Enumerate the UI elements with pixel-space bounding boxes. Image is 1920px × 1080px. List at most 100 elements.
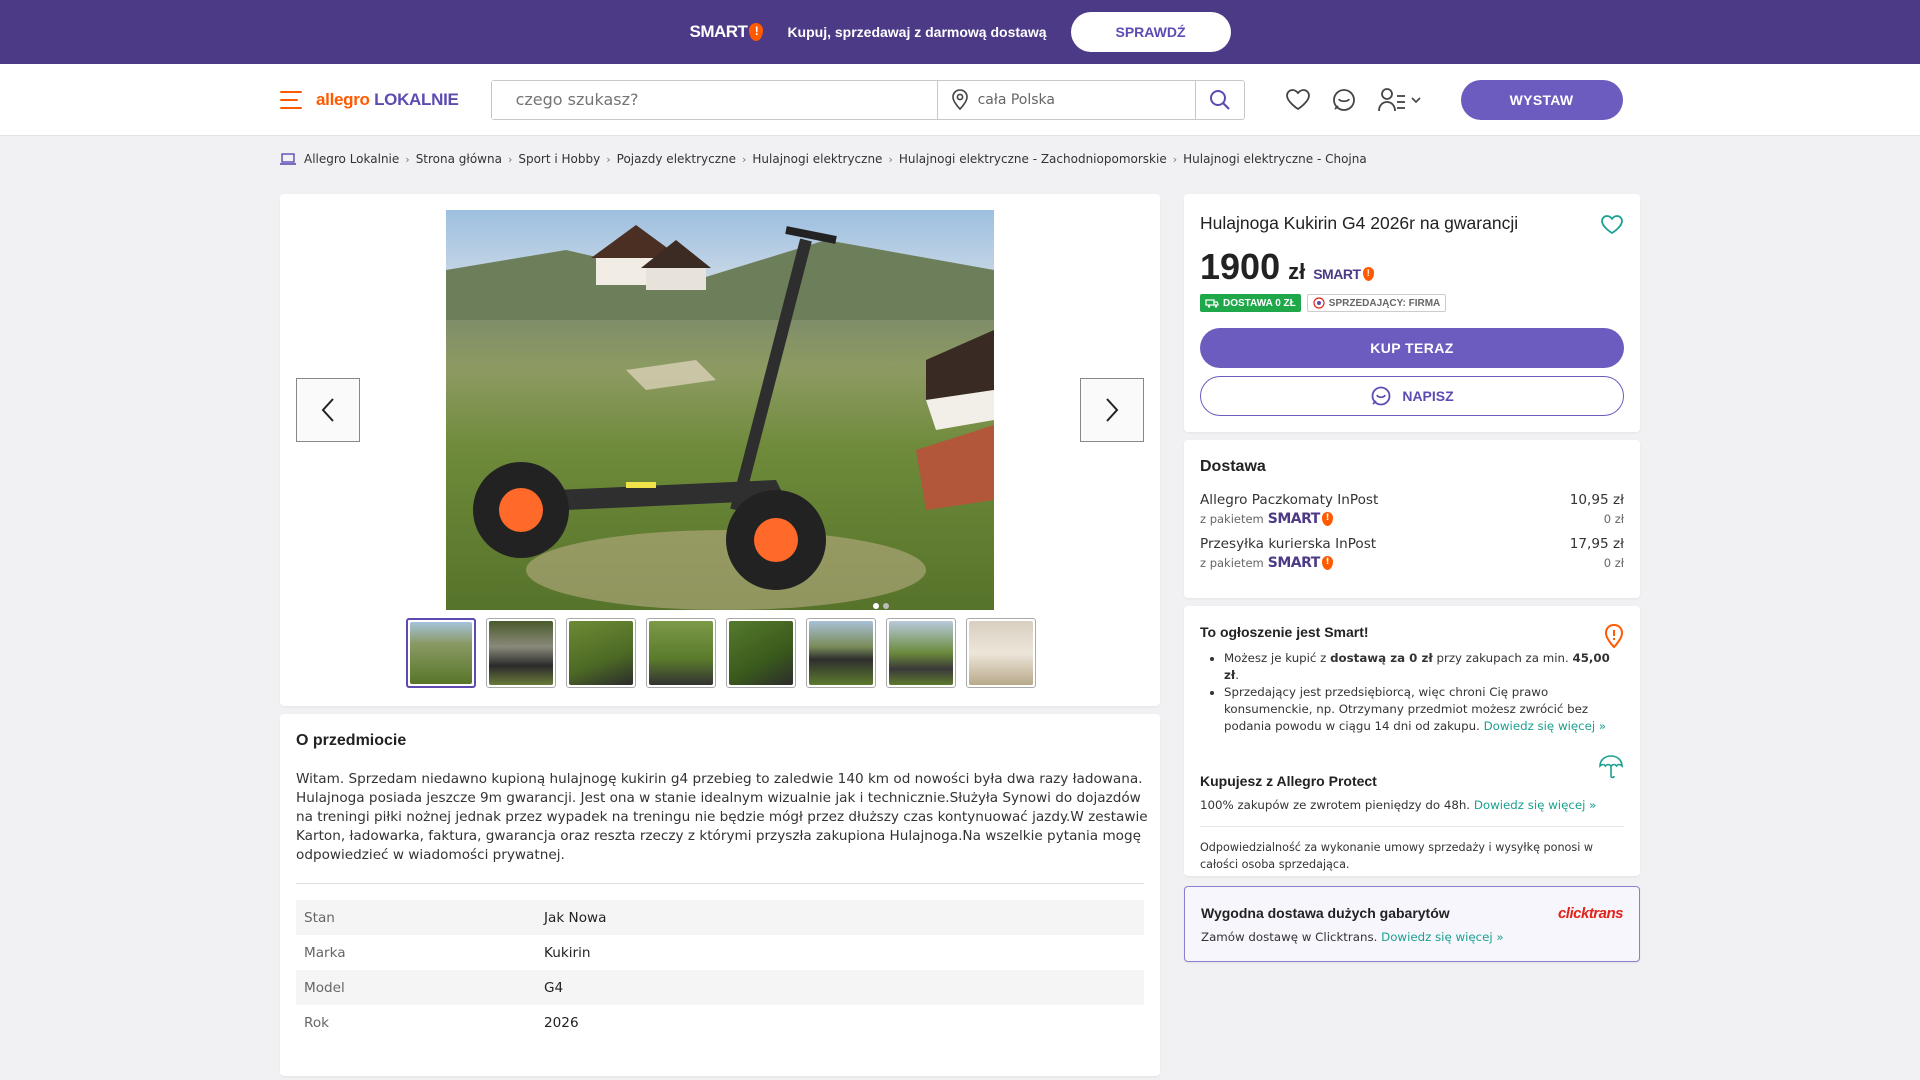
learn-more-link[interactable]: Dowiedz się więcej »	[1474, 798, 1597, 812]
breadcrumb-separator-icon: ›	[507, 152, 513, 166]
breadcrumb-item[interactable]: Sport i Hobby	[518, 152, 600, 166]
smart-pin-icon	[1321, 556, 1333, 570]
breadcrumb-separator-icon: ›	[606, 152, 611, 166]
header-icons	[1285, 87, 1421, 113]
thumbnail[interactable]	[486, 618, 556, 688]
package-label: z pakietem	[1200, 556, 1264, 570]
breadcrumb-item[interactable]: Allegro Lokalnie	[304, 152, 399, 166]
thumbnail[interactable]	[646, 618, 716, 688]
buy-now-button[interactable]: KUP TERAZ	[1200, 328, 1624, 368]
table-row: Rok 2026	[296, 1005, 1144, 1040]
breadcrumb-item[interactable]: Hulajnogi elektryczne - Zachodniopomorsk…	[899, 152, 1167, 166]
listing-title: Hulajnoga Kukirin G4 2026r na gwarancji	[1200, 213, 1519, 233]
param-key: Model	[304, 979, 345, 996]
table-row: Stan Jak Nowa	[296, 900, 1144, 935]
umbrella-icon	[1599, 755, 1623, 779]
learn-more-link[interactable]: Dowiedz się więcej »	[1484, 719, 1607, 733]
delivery-price: 17,95 zł	[1569, 536, 1624, 552]
thumbnail[interactable]	[886, 618, 956, 688]
section-heading: Dostawa	[1200, 458, 1266, 475]
item-description-section: O przedmiocie Witam. Sprzedam niedawno k…	[280, 714, 1160, 1076]
gallery-prev-button[interactable]	[296, 378, 360, 442]
price-currency: zł	[1288, 259, 1306, 284]
list-item: Możesz je kupić z dostawą za 0 zł przy z…	[1224, 650, 1624, 684]
table-row: Marka Kukirin	[296, 935, 1144, 970]
delivery-option: Allegro Paczkomaty InPost 10,95 zł z paki…	[1200, 490, 1624, 528]
divider	[1200, 826, 1624, 827]
search-button[interactable]	[1196, 81, 1244, 119]
list-item: Sprzedający jest przedsiębiorcą, więc ch…	[1224, 684, 1624, 735]
laptop-icon	[280, 153, 296, 165]
price: 1900 zł SMART	[1200, 246, 1624, 288]
breadcrumb: Allegro Lokalnie › Strona główna › Sport i…	[280, 152, 1373, 166]
gallery-next-button[interactable]	[1080, 378, 1144, 442]
package-label: z pakietem	[1200, 512, 1264, 526]
delivery-price: 10,95 zł	[1569, 492, 1624, 508]
messages-icon[interactable]	[1331, 87, 1357, 113]
param-key: Rok	[304, 1014, 330, 1031]
thumbnail[interactable]	[406, 618, 476, 688]
item-description: Witam. Sprzedam niedawno kupioną hulajno…	[296, 771, 1148, 863]
breadcrumb-separator-icon: ›	[405, 152, 410, 166]
delivery-smart-price: 0 zł	[1603, 512, 1624, 526]
breadcrumb-separator-icon: ›	[741, 152, 747, 166]
clicktrans-banner[interactable]: Wygodna dostawa dużych gabarytów clicktr…	[1184, 886, 1640, 962]
user-icon	[1377, 87, 1405, 111]
allegro-lokalnie-logo[interactable]: allegro LOKALNIE	[316, 90, 459, 110]
thumbnail-strip	[406, 618, 1036, 688]
search-input[interactable]	[491, 80, 938, 119]
chevron-down-icon	[1410, 96, 1421, 103]
breadcrumb-item[interactable]: Hulajnogi elektryczne	[752, 152, 882, 166]
responsibility-note: Odpowiedzialność za wykonanie umowy sprz…	[1200, 841, 1594, 871]
message-seller-button[interactable]: NAPISZ	[1200, 376, 1624, 416]
param-value: Jak Nowa	[544, 909, 607, 926]
promo-bar: SMART Kupuj, sprzedawaj z darmową dostaw…	[0, 0, 1920, 64]
table-row: Model G4	[296, 970, 1144, 1005]
price-value: 1900	[1200, 246, 1281, 287]
delivery-section: Dostawa Allegro Paczkomaty InPost 10,95 z…	[1184, 440, 1640, 598]
account-menu[interactable]	[1377, 87, 1421, 113]
thumbnail[interactable]	[966, 618, 1036, 688]
promo-check-button[interactable]: SPRAWDŹ	[1070, 12, 1231, 52]
param-key: Marka	[304, 944, 346, 961]
section-heading: O przedmiocie	[296, 732, 407, 749]
promo-text: Kupuj, sprzedawaj z darmową dostawą	[787, 24, 1047, 40]
clicktrans-logo: clicktrans	[1557, 905, 1624, 922]
favorites-heart-icon[interactable]	[1285, 88, 1311, 112]
parameters-table: Stan Jak Nowa Marka Kukirin Model G4 Rok 202…	[296, 900, 1144, 1040]
smart-logo: SMART	[689, 22, 764, 42]
thumbnail[interactable]	[566, 618, 636, 688]
delivery-name: Przesyłka kurierska InPost	[1200, 536, 1377, 552]
location-input[interactable]	[977, 91, 1158, 108]
post-listing-button[interactable]: WYSTAW	[1460, 79, 1623, 120]
seller-icon	[1313, 297, 1325, 309]
badges: DOSTAWA 0 ZŁ SPRZEDAJĄCY: FIRMA	[1200, 294, 1624, 312]
image-gallery	[280, 194, 1160, 706]
smart-pin-icon	[1362, 267, 1374, 281]
breadcrumb-item[interactable]: Hulajnogi elektryczne - Chojna	[1183, 152, 1367, 166]
search-bar	[490, 79, 1245, 120]
param-value: Kukirin	[544, 944, 591, 961]
clicktrans-text: Zamów dostawę w Clicktrans. Dowiedz się …	[1201, 930, 1504, 944]
delivery-name: Allegro Paczkomaty InPost	[1200, 492, 1379, 508]
smart-logo: SMART	[1268, 510, 1333, 528]
location-field[interactable]	[938, 80, 1196, 119]
learn-more-link[interactable]: Dowiedz się więcej »	[1381, 930, 1504, 944]
breadcrumb-item[interactable]: Strona główna	[416, 152, 502, 166]
smart-pin-icon	[749, 23, 764, 41]
main-product-image[interactable]	[446, 210, 994, 610]
seller-type-badge: SPRZEDAJĄCY: FIRMA	[1306, 294, 1447, 312]
breadcrumb-item[interactable]: Pojazdy elektryczne	[617, 152, 736, 166]
thumbnail[interactable]	[726, 618, 796, 688]
smart-benefits-list: Możesz je kupić z dostawą za 0 zł przy z…	[1224, 650, 1624, 735]
menu-icon[interactable]	[280, 90, 304, 109]
scooter-photo	[446, 225, 994, 610]
protect-text: 100% zakupów ze zwrotem pieniędzy do 48h…	[1200, 798, 1597, 812]
thumbnail[interactable]	[806, 618, 876, 688]
location-pin-icon	[951, 88, 968, 110]
smart-info-section: To ogłoszenie jest Smart! Możesz je kupi…	[1184, 606, 1640, 876]
smart-logo: SMART	[1268, 554, 1333, 572]
delivery-smart-price: 0 zł	[1603, 556, 1624, 570]
protect-heading: Kupujesz z Allegro Protect	[1200, 773, 1377, 789]
favorite-heart-icon[interactable]	[1600, 214, 1624, 236]
